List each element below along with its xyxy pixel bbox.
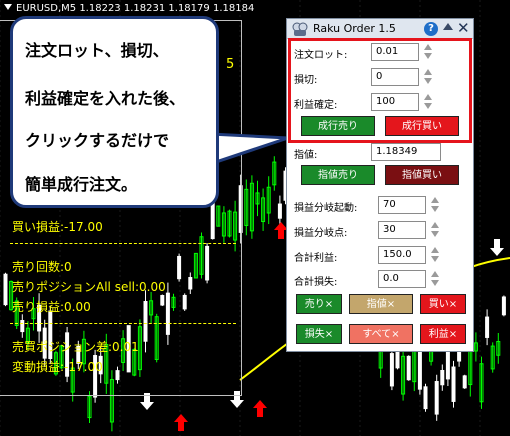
- ohlc-low: 1.18179: [168, 3, 210, 14]
- panel-title: Raku Order 1.5: [313, 22, 396, 35]
- callout-line-4: 簡単成行注文。: [25, 175, 138, 194]
- limit-price-field[interactable]: 1.18349: [371, 143, 441, 161]
- callout-line-1: 注文ロット、損切、: [25, 41, 169, 60]
- total-loss-label: 合計損失:: [294, 277, 338, 288]
- limit-price-label: 指値:: [294, 150, 318, 161]
- breakeven-start-stepper[interactable]: [430, 196, 440, 214]
- candle-body: [445, 349, 450, 380]
- symbol-timeframe: EURUSD,M5: [16, 3, 77, 14]
- buy-profit-loss: 買い損益:-17.00: [12, 220, 103, 234]
- help-icon[interactable]: ?: [424, 22, 438, 36]
- breakeven-point-label: 損益分岐点:: [294, 228, 348, 239]
- callout-pointer: [210, 132, 289, 166]
- sell-count: 売り回数:0: [12, 260, 72, 274]
- total-profit-label: 合計利益:: [294, 253, 338, 264]
- buy-arrow-icon: [174, 414, 188, 431]
- info-separator: [10, 323, 236, 324]
- breakeven-point-field[interactable]: 30: [378, 221, 426, 239]
- candle-body: [389, 353, 394, 387]
- close-all-button[interactable]: すべて×: [349, 324, 413, 344]
- breakeven-start-field[interactable]: 70: [378, 196, 426, 214]
- sell-position: 売りポジションAll sell:0.00: [12, 280, 166, 294]
- limit-sell-button[interactable]: 指値売り: [301, 165, 375, 185]
- chevron-down-icon[interactable]: [431, 256, 439, 262]
- chevron-down-icon[interactable]: [431, 280, 439, 286]
- floating-profit-loss: 変動損益:-17.00: [12, 360, 103, 374]
- candle-body: [462, 375, 467, 389]
- callout-line-2: 利益確定を入れた後、: [25, 89, 186, 108]
- candle-body: [423, 386, 428, 410]
- close-buy-button[interactable]: 買い×: [420, 294, 466, 314]
- panel-titlebar[interactable]: Raku Order 1.5 ? ✕: [287, 19, 473, 39]
- sell-profit-loss: 売り損益:0.00: [12, 300, 91, 314]
- close-profit-button[interactable]: 利益×: [420, 324, 466, 344]
- buy-arrow-icon: [253, 400, 267, 417]
- chevron-down-icon[interactable]: [431, 231, 439, 237]
- candle-body: [501, 296, 506, 316]
- candle-body: [277, 203, 282, 219]
- chevron-up-icon[interactable]: [431, 222, 439, 228]
- net-position: 売買ポジション差:0.01: [12, 340, 139, 354]
- ohlc-close: 1.18184: [212, 3, 255, 14]
- candle-body: [434, 381, 439, 415]
- chevron-down-icon[interactable]: [431, 206, 439, 212]
- total-profit-field[interactable]: 150.0: [378, 246, 426, 264]
- total-profit-stepper[interactable]: [430, 246, 440, 264]
- ohlc-open: 1.18223: [79, 3, 121, 14]
- info-separator: [10, 243, 236, 244]
- ohlc-high: 1.18231: [123, 3, 166, 14]
- total-loss-stepper[interactable]: [430, 270, 440, 288]
- candle-body: [451, 366, 456, 402]
- callout-line-3: クリックするだけで: [25, 131, 170, 150]
- dropdown-triangle-icon: [4, 4, 12, 10]
- candle-body: [485, 316, 490, 338]
- robot-icon: [292, 22, 308, 36]
- chart-ohlc-header: EURUSD,M5 1.18223 1.18231 1.18179 1.1818…: [4, 3, 254, 14]
- candle-body: [417, 346, 422, 390]
- close-loss-button[interactable]: 損失×: [296, 324, 342, 344]
- total-loss-field[interactable]: 0.0: [378, 270, 426, 288]
- chevron-up-icon[interactable]: [431, 247, 439, 253]
- candle-body: [440, 370, 445, 386]
- limit-buy-button[interactable]: 指値買い: [385, 165, 459, 185]
- highlight-box: [288, 38, 472, 143]
- close-sell-button[interactable]: 売り×: [296, 294, 342, 314]
- chevron-up-icon[interactable]: [431, 197, 439, 203]
- chevron-up-icon[interactable]: [431, 271, 439, 277]
- close-limit-button[interactable]: 指値×: [349, 294, 413, 314]
- breakeven-point-stepper[interactable]: [430, 221, 440, 239]
- close-icon[interactable]: ✕: [457, 20, 470, 36]
- candle-body: [406, 355, 411, 381]
- callout-bubble: 注文ロット、損切、 利益確定を入れた後、 クリックするだけで 簡単成行注文。: [10, 16, 219, 208]
- sell-arrow-icon: [490, 239, 504, 256]
- minimize-icon[interactable]: [443, 23, 453, 30]
- breakeven-start-label: 損益分岐起動:: [294, 203, 358, 214]
